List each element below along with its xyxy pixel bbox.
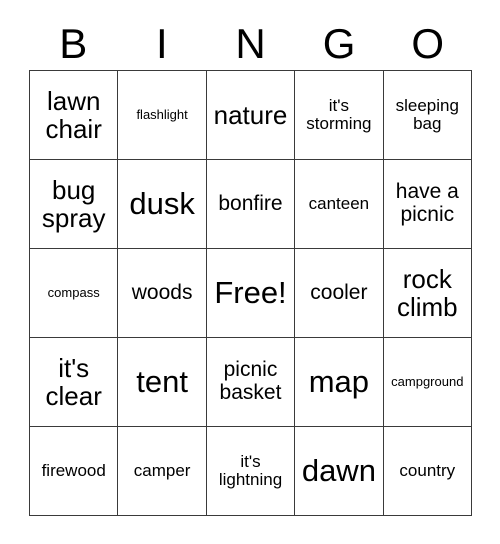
bingo-cell-label: lawn chair (45, 85, 102, 144)
bingo-cell-label: woods (131, 280, 193, 304)
bingo-cell-label: firewood (41, 460, 106, 480)
bingo-cell[interactable]: it's lightning (206, 427, 296, 516)
bingo-cell-label: it's storming (306, 95, 372, 133)
header-letter-b: B (59, 20, 88, 67)
bingo-cell[interactable]: rock climb (383, 249, 472, 338)
bingo-cell[interactable]: compass (30, 249, 119, 338)
bingo-card: B I N G O lawn chair flashlight nature it's… (0, 0, 500, 544)
header-letter-g: G (322, 20, 356, 67)
bingo-cell-label: nature (213, 99, 288, 130)
bingo-cell-label: cooler (310, 280, 368, 304)
bingo-cell-label: campground (391, 373, 464, 389)
bingo-cell[interactable]: flashlight (118, 71, 207, 160)
bingo-cell[interactable]: bug spray (30, 160, 119, 249)
bingo-cell[interactable]: dawn (295, 427, 384, 516)
bingo-cell-label: bug spray (41, 174, 106, 233)
bingo-cell[interactable]: have a picnic (383, 160, 472, 249)
bingo-cell-label: bonfire (218, 191, 283, 215)
bingo-cell-label: it's lightning (218, 451, 283, 489)
bingo-cell[interactable]: country (383, 427, 472, 516)
bingo-cell-label: it's clear (45, 352, 102, 411)
bingo-cell-label: tent (136, 364, 188, 400)
header-letter-o: O (411, 20, 444, 67)
bingo-cell-label: dusk (129, 186, 195, 222)
bingo-cell-label: camper (133, 460, 191, 480)
bingo-cell[interactable]: it's clear (30, 338, 119, 427)
bingo-grid: lawn chair flashlight nature it's storming s… (29, 70, 472, 516)
bingo-cell-label: have a picnic (395, 180, 459, 226)
bingo-cell-label: map (308, 364, 370, 400)
bingo-cell-label: canteen (308, 193, 370, 213)
bingo-cell[interactable]: map (295, 338, 384, 427)
header-letter-i: I (156, 20, 168, 67)
bingo-cell[interactable]: nature (206, 71, 296, 160)
bingo-cell[interactable]: campground (383, 338, 472, 427)
bingo-cell-label: country (399, 460, 456, 480)
header-letter-n: N (235, 20, 266, 67)
bingo-cell-label: flashlight (136, 106, 188, 122)
bingo-cell-label: dawn (301, 453, 376, 489)
bingo-header-row: B I N G O (29, 18, 472, 70)
bingo-cell-free[interactable]: Free! (206, 249, 296, 338)
bingo-cell[interactable]: dusk (118, 160, 207, 249)
bingo-cell[interactable]: bonfire (206, 160, 296, 249)
bingo-cell-label: compass (47, 284, 100, 300)
bingo-cell[interactable]: sleeping bag (383, 71, 472, 160)
bingo-cell[interactable]: tent (118, 338, 207, 427)
bingo-cell[interactable]: woods (118, 249, 207, 338)
bingo-cell[interactable]: firewood (30, 427, 119, 516)
bingo-cell[interactable]: lawn chair (30, 71, 119, 160)
bingo-cell-label: rock climb (396, 263, 458, 322)
bingo-cell[interactable]: it's storming (295, 71, 384, 160)
bingo-cell[interactable]: picnic basket (206, 338, 296, 427)
bingo-cell-label: sleeping bag (395, 95, 459, 133)
bingo-cell-label: Free! (214, 275, 287, 311)
bingo-cell[interactable]: camper (118, 427, 207, 516)
bingo-cell[interactable]: cooler (295, 249, 384, 338)
bingo-cell-label: picnic basket (219, 358, 282, 404)
bingo-cell[interactable]: canteen (295, 160, 384, 249)
